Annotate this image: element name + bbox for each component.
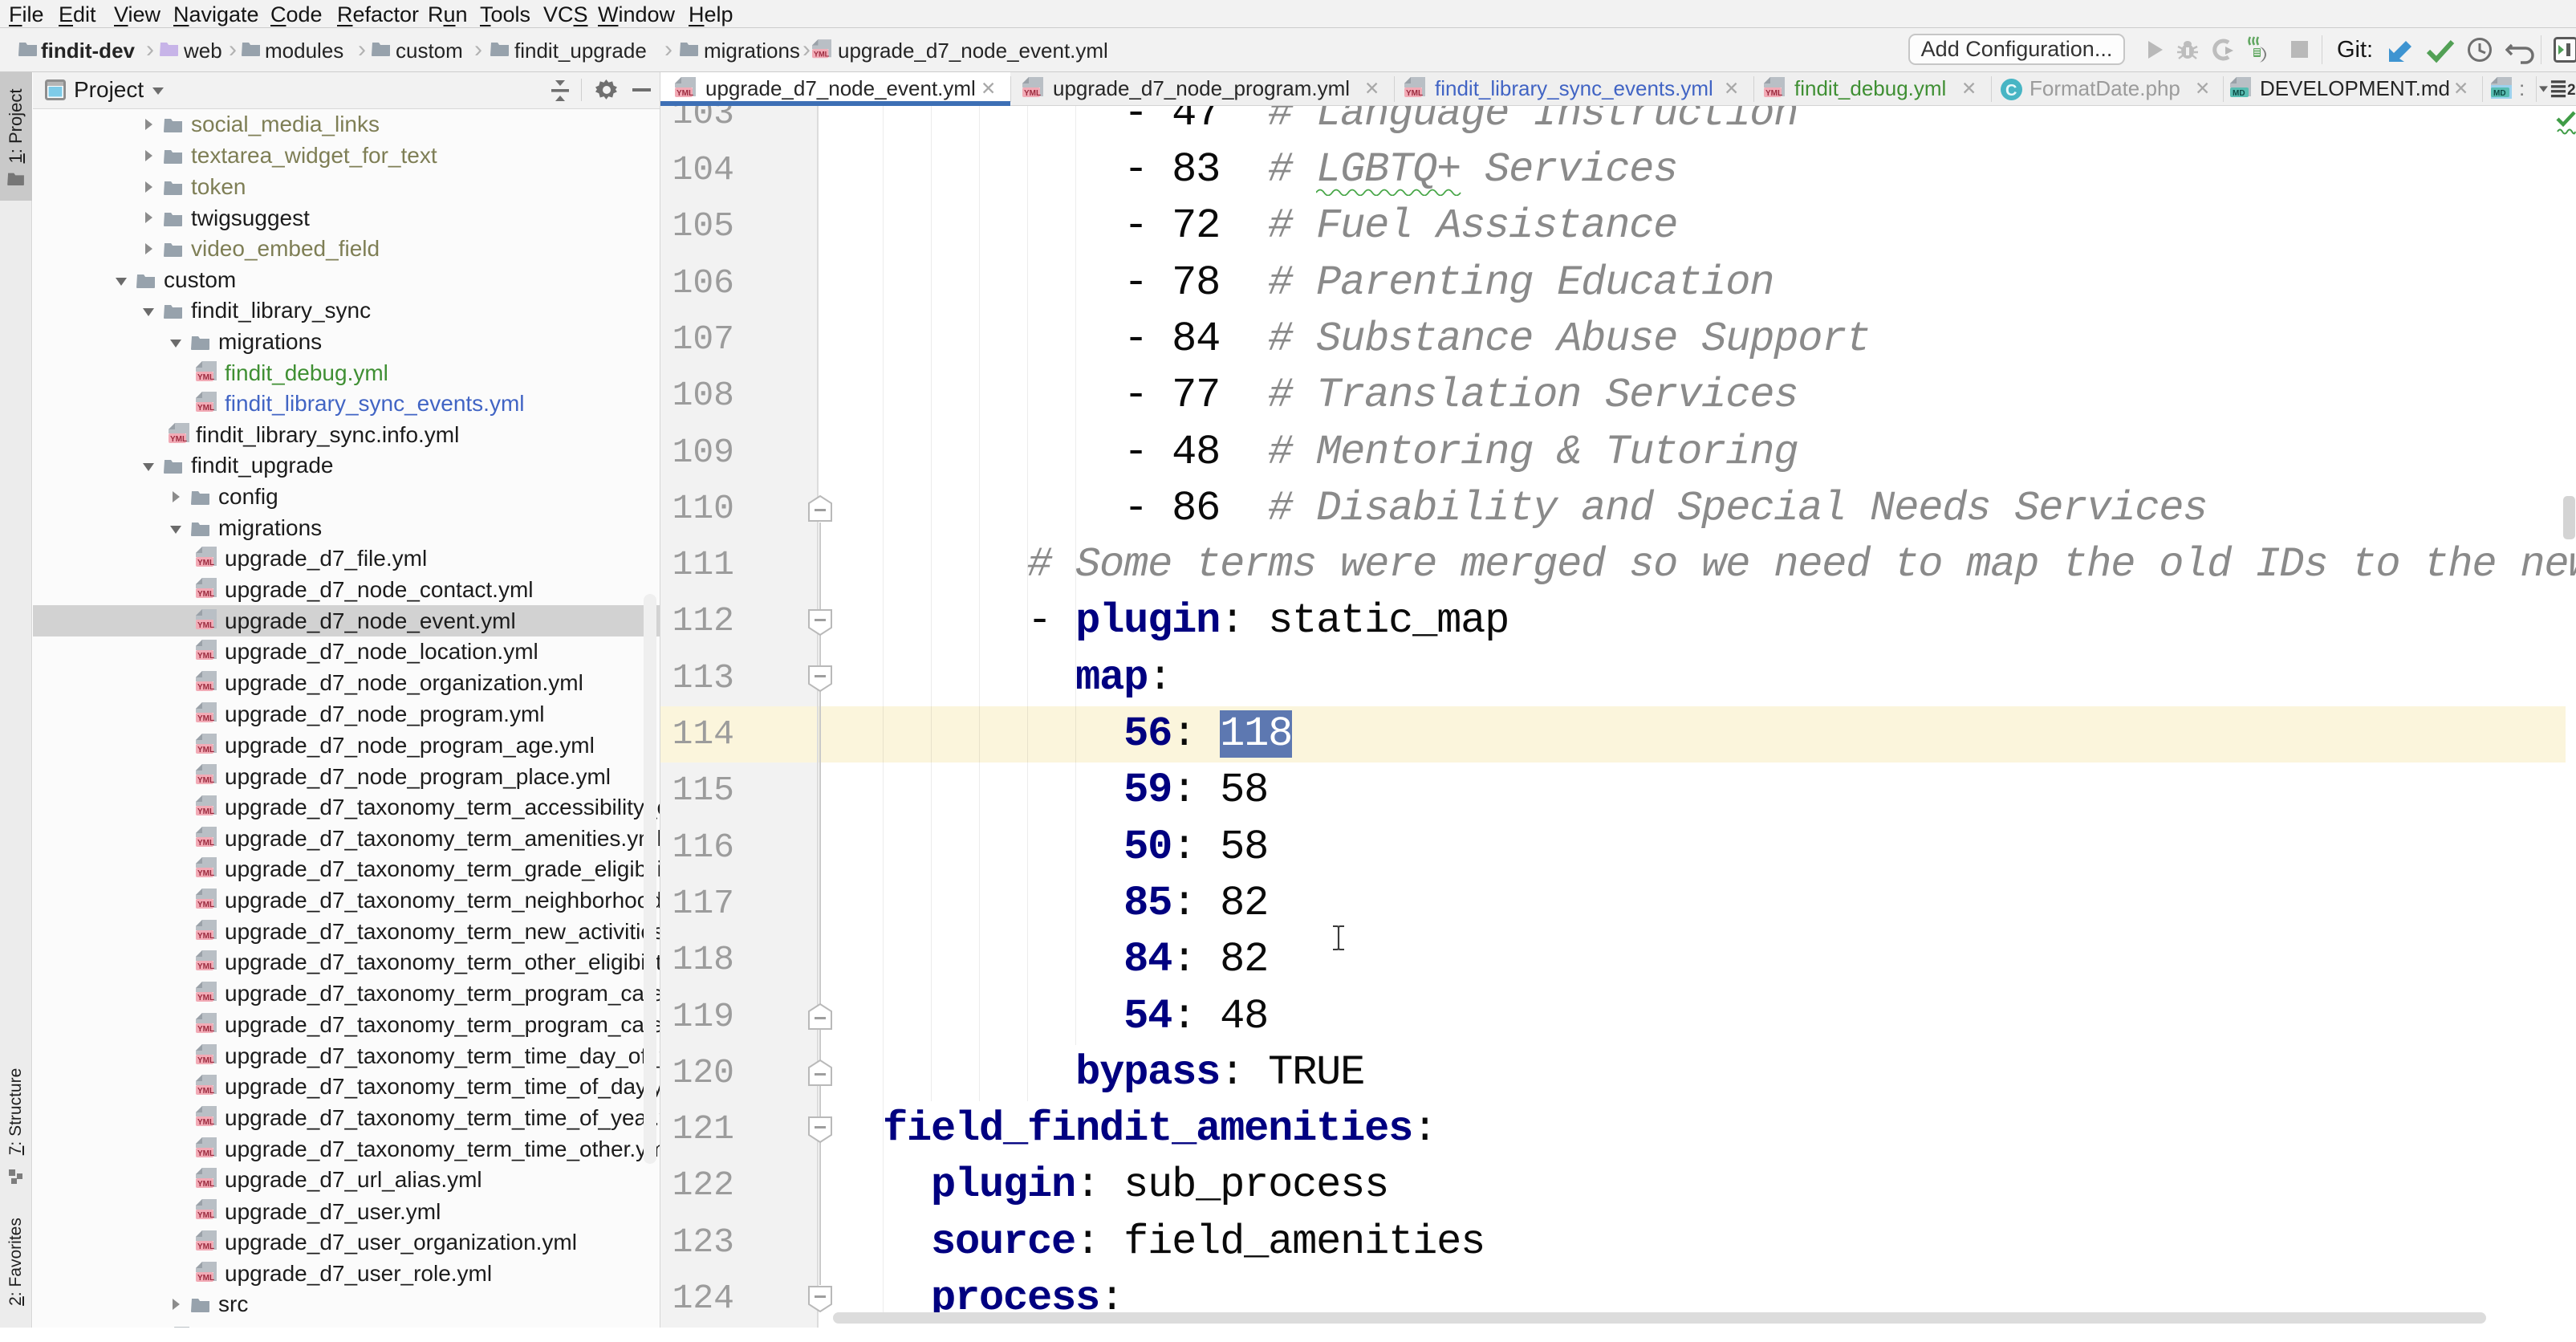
svg-text:YML: YML [197,683,214,692]
svg-text:YML: YML [197,1211,214,1220]
svg-text:YML: YML [197,404,214,413]
svg-text:YML: YML [197,1056,214,1065]
svg-text:YML: YML [197,869,214,878]
svg-text:YML: YML [197,1087,214,1096]
svg-text:YML: YML [197,1149,214,1158]
svg-text:YML: YML [197,590,214,599]
svg-text:YML: YML [197,901,214,909]
svg-text:YML: YML [1406,89,1423,98]
svg-text:YML: YML [814,50,830,58]
svg-text:YML: YML [1765,89,1782,98]
svg-text:YML: YML [197,1118,214,1127]
svg-text:YML: YML [197,932,214,941]
svg-text:YML: YML [197,1025,214,1034]
svg-text:YML: YML [197,621,214,630]
svg-text:YML: YML [197,652,214,661]
svg-text:YML: YML [197,559,214,567]
svg-text:YML: YML [197,776,214,785]
svg-text:MD: MD [2493,89,2506,98]
svg-text:YML: YML [197,1180,214,1189]
svg-text:YML: YML [197,1274,214,1283]
svg-text:C: C [2005,82,2017,100]
svg-text:YML: YML [197,746,214,754]
svg-text:YML: YML [197,962,214,971]
svg-text:YML: YML [197,714,214,723]
svg-text:YML: YML [677,89,693,98]
svg-text:YML: YML [197,373,214,382]
svg-text:YML: YML [197,807,214,816]
svg-text:YML: YML [170,435,187,444]
svg-text:MD: MD [2233,89,2245,98]
svg-text:YML: YML [197,994,214,1002]
svg-text:YML: YML [197,1242,214,1251]
svg-text:YML: YML [1024,89,1041,98]
svg-text:YML: YML [197,839,214,848]
